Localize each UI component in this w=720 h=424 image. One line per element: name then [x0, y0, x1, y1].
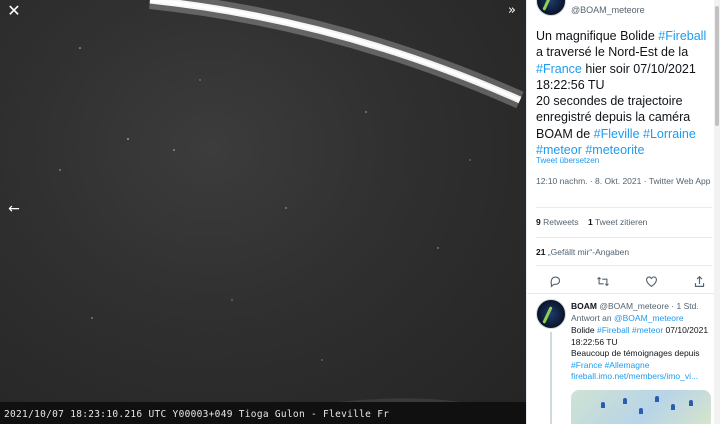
expand-icon[interactable]: »	[502, 0, 522, 20]
divider	[527, 293, 720, 294]
close-icon[interactable]: ✕	[4, 0, 24, 20]
divider	[536, 207, 712, 208]
likes-label[interactable]: „Gefällt mir“-Angaben	[548, 247, 629, 257]
tweet-handle[interactable]: @BOAM_meteore	[571, 5, 645, 15]
reply-header: BOAM @BOAM_meteore · 1 Std.	[571, 301, 699, 311]
reply-avatar[interactable]	[536, 299, 566, 329]
likes-count[interactable]: 21	[536, 247, 545, 257]
translate-tweet-link[interactable]: Tweet übersetzen	[536, 156, 599, 165]
hashtag-fireball[interactable]: #Fireball	[658, 29, 706, 43]
meteor-photo	[0, 0, 526, 424]
divider	[536, 237, 712, 238]
fireball-streak-graphic	[59, 0, 526, 424]
tweet-text: Un magnifique Bolide #Fireball a travers…	[536, 28, 716, 158]
quotes-count[interactable]: 1	[588, 217, 593, 227]
reply-link[interactable]: fireball.imo.net/members/imo_vi...	[571, 371, 698, 381]
reply-to-handle[interactable]: @BOAM_meteore	[614, 313, 684, 323]
retweets-label[interactable]: Retweets	[543, 217, 578, 227]
media-viewer: 2021/10/07 18:23:10.216 UTC Y00003+049 T…	[0, 0, 526, 424]
retweet-icon[interactable]	[595, 273, 611, 289]
tweet-timestamp[interactable]: 12:10 nachm. · 8. Okt. 2021 · Twitter We…	[536, 175, 714, 188]
hashtag-france[interactable]: #France	[571, 360, 602, 370]
arrow-left-icon[interactable]: ←	[4, 198, 24, 220]
reply-icon[interactable]	[547, 273, 563, 289]
avatar[interactable]	[536, 0, 566, 16]
map-marker-icon	[623, 398, 627, 404]
reply-author-name[interactable]: BOAM	[571, 301, 597, 311]
reply-text-part: Bolide	[571, 325, 597, 335]
scrollbar-thumb[interactable]	[715, 6, 719, 126]
tweet-text-part: a traversé le Nord-Est de la	[536, 45, 689, 60]
hashtag-meteorite[interactable]: #meteorite	[585, 143, 644, 157]
map-marker-icon	[655, 396, 659, 402]
hashtag-meteor[interactable]: #meteor	[536, 143, 582, 157]
hashtag-meteor[interactable]: #meteor	[632, 325, 663, 335]
share-icon[interactable]	[691, 273, 707, 289]
like-icon[interactable]	[643, 273, 659, 289]
scrollbar[interactable]	[714, 0, 720, 424]
hashtag-fleville[interactable]: #Fleville	[594, 127, 640, 141]
tweet-stats: 9 Retweets 1 Tweet zitieren	[536, 217, 647, 227]
tweet-text-part: Un magnifique Bolide	[536, 29, 659, 43]
reply-to-line: Antwort an @BOAM_meteore	[571, 313, 684, 323]
tweet-panel: @BOAM_meteore Un magnifique Bolide #Fire…	[526, 0, 720, 424]
camera-caption-strip: 2021/10/07 18:23:10.216 UTC Y00003+049 T…	[0, 402, 526, 424]
tweet-actions	[547, 273, 707, 289]
reply-map-image[interactable]	[571, 390, 711, 424]
hashtag-lorraine[interactable]: #Lorraine	[643, 127, 696, 141]
hashtag-allemagne[interactable]: #Allemagne	[605, 360, 650, 370]
thread-line	[550, 332, 552, 424]
reply-text: Bolide #Fireball #meteor 07/10/2021 18:2…	[571, 325, 713, 383]
hashtag-france[interactable]: #France	[536, 62, 582, 76]
reply-to-prefix: Antwort an	[571, 313, 614, 323]
likes-stats: 21 „Gefällt mir“-Angaben	[536, 247, 629, 257]
map-marker-icon	[689, 400, 693, 406]
reply-text-part: Beaucoup de témoignages depuis	[571, 348, 700, 358]
map-marker-icon	[671, 404, 675, 410]
reply-handle-time[interactable]: @BOAM_meteore · 1 Std.	[599, 301, 698, 311]
camera-caption: 2021/10/07 18:23:10.216 UTC Y00003+049 T…	[4, 409, 390, 420]
map-marker-icon	[639, 408, 643, 414]
retweets-count[interactable]: 9	[536, 217, 541, 227]
quotes-label[interactable]: Tweet zitieren	[595, 217, 647, 227]
map-marker-icon	[601, 402, 605, 408]
hashtag-fireball[interactable]: #Fireball	[597, 325, 630, 335]
divider	[536, 265, 712, 266]
